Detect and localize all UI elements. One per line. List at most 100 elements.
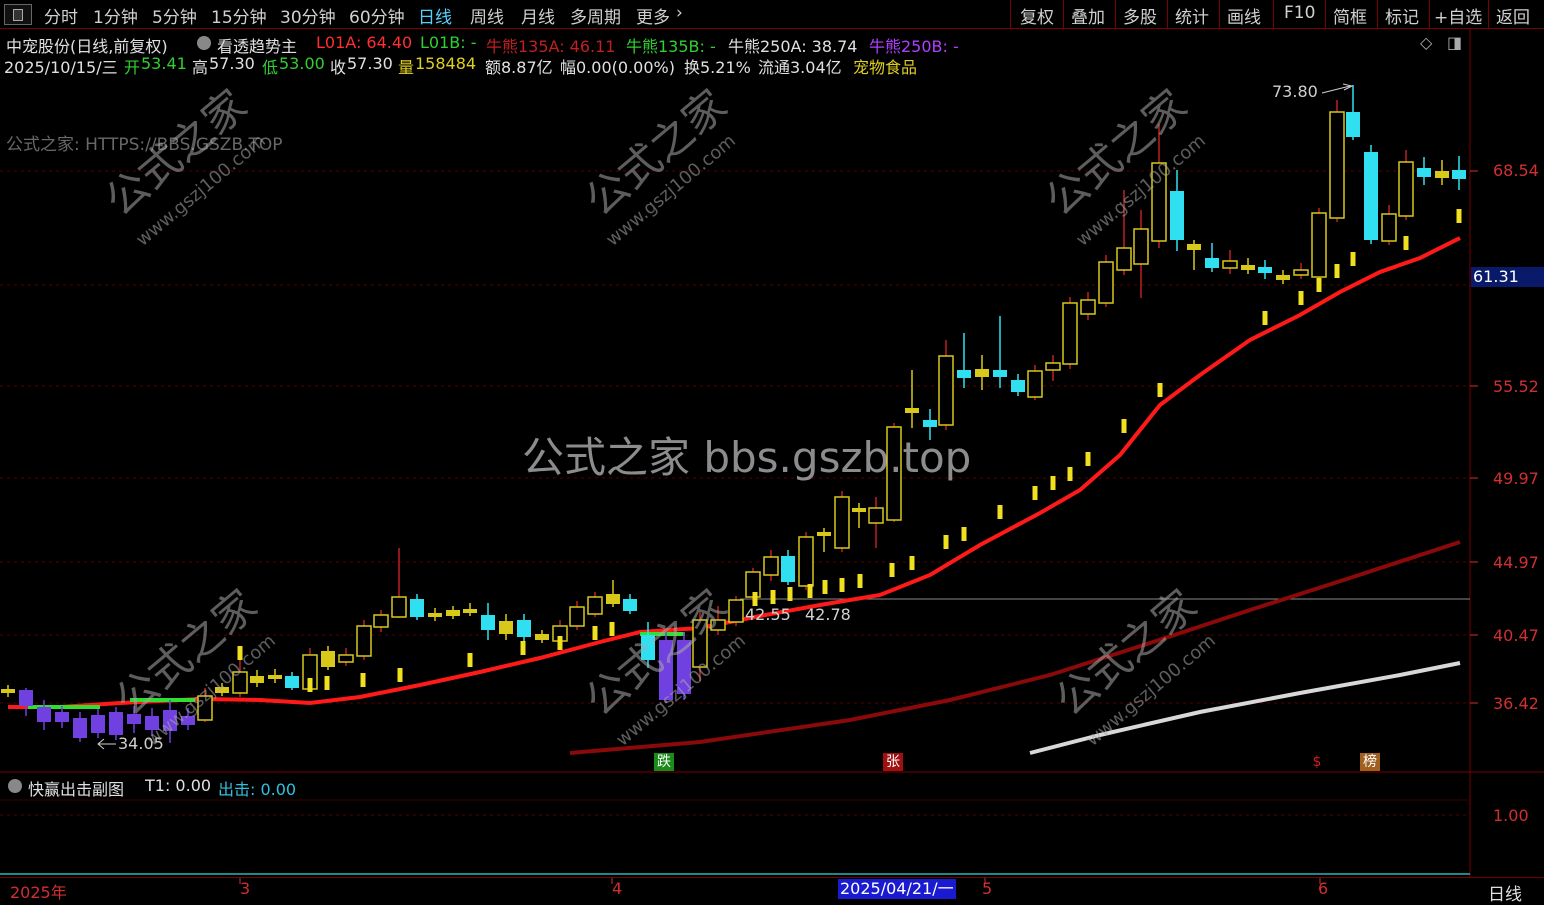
candle bbox=[250, 670, 264, 687]
candle bbox=[410, 594, 424, 620]
signal-dash bbox=[1157, 383, 1163, 397]
candle bbox=[463, 603, 477, 616]
candle bbox=[1329, 100, 1345, 222]
signal-dash bbox=[609, 622, 615, 636]
candle bbox=[763, 550, 779, 581]
signal-dash bbox=[770, 590, 776, 604]
level-label-1: 42.55 bbox=[745, 605, 791, 624]
candle bbox=[834, 491, 850, 552]
candle bbox=[993, 316, 1007, 388]
candle bbox=[321, 646, 335, 670]
subpane-t1: T1: 0.00 bbox=[145, 776, 212, 795]
max-price-label: 73.80 bbox=[1272, 82, 1318, 101]
candle bbox=[569, 601, 585, 630]
candle bbox=[428, 608, 442, 621]
candle bbox=[37, 700, 51, 730]
signal-dash bbox=[1262, 311, 1268, 325]
candle bbox=[1080, 292, 1096, 320]
candle bbox=[356, 620, 372, 660]
candle bbox=[499, 614, 513, 640]
price-axis-label: 44.97 bbox=[1493, 553, 1539, 572]
diamond-icon[interactable]: ◇ bbox=[1420, 33, 1432, 52]
signal-dash bbox=[1032, 486, 1038, 500]
candle bbox=[1293, 263, 1309, 279]
signal-dash bbox=[592, 626, 598, 640]
indicator-settings-icon[interactable] bbox=[197, 36, 211, 50]
price-axis-label: 55.52 bbox=[1493, 377, 1539, 396]
price-axis-label: 49.97 bbox=[1493, 469, 1539, 488]
candle bbox=[905, 370, 919, 428]
candle bbox=[268, 669, 282, 683]
float-value: 流通3.04亿 bbox=[758, 58, 842, 77]
signal-dash bbox=[1456, 209, 1462, 223]
signal-dash bbox=[1121, 419, 1127, 433]
signal-dash bbox=[961, 527, 967, 541]
signal-dash bbox=[787, 587, 793, 601]
subpane-settings-icon[interactable] bbox=[8, 779, 22, 793]
window-toggle-icon[interactable]: ◨ bbox=[1447, 33, 1462, 52]
signal-dash bbox=[889, 563, 895, 577]
price-axis-label: 68.54 bbox=[1493, 161, 1539, 180]
close-label: 收 bbox=[330, 58, 347, 77]
price-axis-label: 40.47 bbox=[1493, 626, 1539, 645]
candle bbox=[817, 528, 831, 552]
date-tick-label: 5 bbox=[982, 879, 993, 898]
candle bbox=[91, 709, 105, 738]
candle bbox=[1398, 150, 1414, 220]
level-label-2: 42.78 bbox=[805, 605, 851, 624]
turnover-value: 换5.21% bbox=[684, 58, 751, 77]
candle bbox=[957, 333, 971, 388]
volume-value: 158484 bbox=[415, 54, 477, 73]
signal-dash bbox=[943, 535, 949, 549]
signal-marker: 张 bbox=[883, 753, 903, 771]
signal-dash bbox=[839, 578, 845, 592]
candle bbox=[781, 550, 795, 585]
candle bbox=[1435, 160, 1449, 185]
signal-dash bbox=[752, 592, 758, 606]
candle bbox=[1170, 170, 1184, 251]
candle bbox=[1381, 205, 1397, 245]
subpane-out: 出击: 0.00 bbox=[218, 780, 297, 799]
candle bbox=[517, 614, 531, 643]
signal-dash bbox=[324, 676, 330, 690]
signal-dash bbox=[1403, 236, 1409, 250]
signal-dash bbox=[467, 653, 473, 667]
candle bbox=[868, 497, 884, 548]
candle bbox=[55, 706, 69, 728]
date-tick-label: 4 bbox=[612, 879, 623, 898]
candle bbox=[19, 688, 33, 716]
date-axis: 2025年 3 4 2025/04/21/一 5 6 日线 bbox=[0, 877, 1544, 905]
signal-marker: 跌 bbox=[654, 753, 674, 771]
candle bbox=[481, 603, 495, 640]
center-watermark: 公式之家 bbs.gszb.top bbox=[522, 433, 972, 482]
signal-dash bbox=[857, 574, 863, 588]
high-label: 高 bbox=[192, 58, 209, 77]
candle bbox=[852, 503, 866, 528]
subpane-axis-label: 1.00 bbox=[1493, 806, 1529, 825]
low-value: 53.00 bbox=[279, 54, 325, 73]
signal-dash bbox=[909, 556, 915, 570]
open-label: 开 bbox=[124, 58, 141, 77]
high-value: 57.30 bbox=[209, 54, 255, 73]
signal-dash bbox=[397, 668, 403, 682]
low-label: 低 bbox=[262, 58, 279, 77]
candle bbox=[606, 580, 620, 607]
signal-dash bbox=[807, 584, 813, 598]
signal-dash bbox=[822, 580, 828, 594]
volume-label: 量 bbox=[398, 58, 415, 77]
candle bbox=[73, 712, 87, 742]
candle bbox=[1011, 374, 1025, 396]
signal-dash bbox=[1298, 291, 1304, 305]
candle bbox=[1258, 260, 1272, 279]
candle bbox=[798, 532, 814, 590]
candle bbox=[1187, 240, 1201, 270]
candle bbox=[1311, 208, 1327, 282]
amount-value: 额8.87亿 bbox=[485, 58, 553, 77]
signal-dash bbox=[307, 678, 313, 692]
candle bbox=[587, 592, 603, 617]
subpane-title[interactable]: 快赢出击副图 bbox=[28, 776, 124, 800]
signal-dash bbox=[997, 505, 1003, 519]
candle bbox=[1452, 156, 1466, 190]
signal-dash bbox=[360, 673, 366, 687]
candle bbox=[446, 606, 460, 619]
